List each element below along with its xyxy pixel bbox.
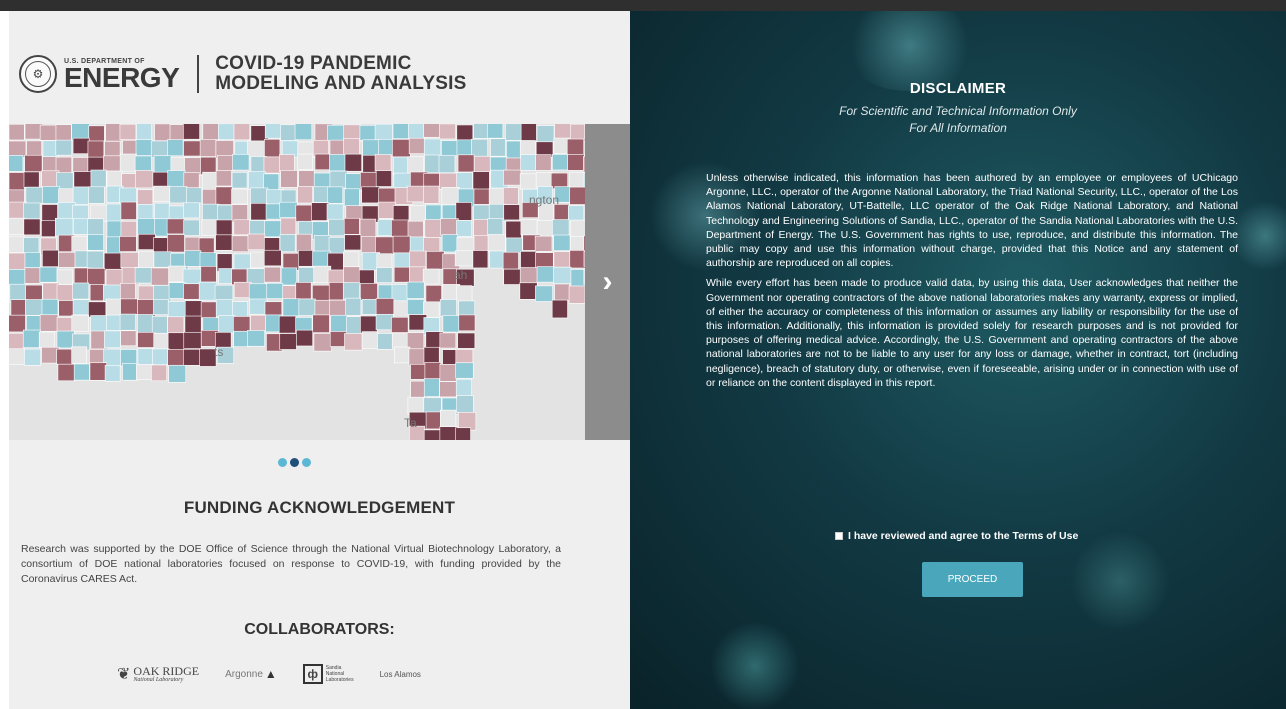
disclaimer-paragraph-1: Unless otherwise indicated, this informa…: [706, 172, 1238, 270]
funding-text: Research was supported by the DOE Office…: [21, 543, 561, 585]
disclaimer-subtitle-2: For All Information: [909, 121, 1007, 135]
carousel-dot-3[interactable]: [302, 458, 311, 467]
sandia-thunderbird-icon: ф: [302, 664, 323, 684]
doe-logo-big: ENERGY: [64, 61, 180, 93]
disclaimer-subtitle: For Scientific and Technical Information…: [630, 103, 1286, 137]
proceed-button[interactable]: PROCEED: [922, 562, 1023, 597]
left-panel: ⚙ U.S. DEPARTMENT OF ENERGY COVID-19 PAN…: [9, 11, 630, 709]
argonne-triangle-icon: ▲: [264, 667, 277, 681]
oak-ridge-name: OAK RIDGE: [133, 664, 200, 678]
virus-decoration-icon: [840, 11, 980, 91]
oak-tree-icon: ❦: [117, 666, 131, 683]
carousel-dot-1[interactable]: [278, 458, 287, 467]
county-map-svg: ngton ah ts Ta: [9, 124, 630, 440]
collaborators-title: COLLABORATORS:: [244, 621, 395, 638]
map-place-label: ah: [454, 268, 467, 282]
los-alamos-logo: Los Alamos: [380, 670, 421, 679]
disclaimer-title: DISCLAIMER: [909, 80, 1007, 97]
site-header: ⚙ U.S. DEPARTMENT OF ENERGY COVID-19 PAN…: [19, 49, 466, 99]
argonne-name: Argonne: [225, 668, 263, 680]
virus-decoration-icon: [1230, 201, 1286, 271]
disclaimer-body: Unless otherwise indicated, this informa…: [706, 171, 1238, 396]
disclaimer-subtitle-1: For Scientific and Technical Information…: [839, 104, 1077, 118]
virus-decoration-icon: [710, 621, 800, 709]
disclaimer-paragraph-2: While every effort has been made to prod…: [706, 277, 1238, 389]
page-title-line2: MODELING AND ANALYSIS: [215, 73, 467, 94]
los-alamos-name: Los Alamos: [379, 669, 421, 679]
county-map-image: ngton ah ts Ta: [9, 124, 630, 440]
top-bar: [0, 0, 1286, 11]
disclaimer-panel: DISCLAIMER For Scientific and Technical …: [630, 11, 1286, 709]
argonne-logo: Argonne ▲: [225, 667, 277, 681]
oak-ridge-logo: ❦ OAK RIDGE National Laboratory: [117, 664, 199, 684]
chevron-right-icon: ›: [602, 265, 613, 298]
terms-checkbox[interactable]: [835, 532, 843, 540]
carousel-dot-2[interactable]: [290, 458, 299, 467]
sandia-logo: ф Sandia National Laboratories: [302, 664, 354, 684]
virus-decoration-icon: [1070, 531, 1170, 631]
map-place-label: ts: [214, 345, 223, 359]
collaborator-logos: ❦ OAK RIDGE National Laboratory Argonne …: [117, 664, 421, 684]
doe-seal-icon: ⚙: [19, 55, 57, 93]
doe-logo: U.S. DEPARTMENT OF ENERGY: [64, 58, 180, 93]
page-title-line1: COVID-19 PANDEMIC: [215, 53, 412, 74]
sandia-name-3: Laboratories: [325, 677, 354, 683]
carousel-next-button[interactable]: ›: [585, 124, 630, 440]
terms-agree[interactable]: I have reviewed and agree to the Terms o…: [835, 530, 1078, 542]
map-place-label: ngton: [529, 193, 559, 207]
terms-label: I have reviewed and agree to the Terms o…: [848, 530, 1079, 542]
map-place-label: Ta: [404, 416, 417, 430]
header-divider: [197, 55, 200, 93]
funding-title: FUNDING ACKNOWLEDGEMENT: [183, 498, 456, 517]
carousel-dots: [278, 458, 311, 467]
page-title: COVID-19 PANDEMIC MODELING AND ANALYSIS: [215, 54, 466, 94]
